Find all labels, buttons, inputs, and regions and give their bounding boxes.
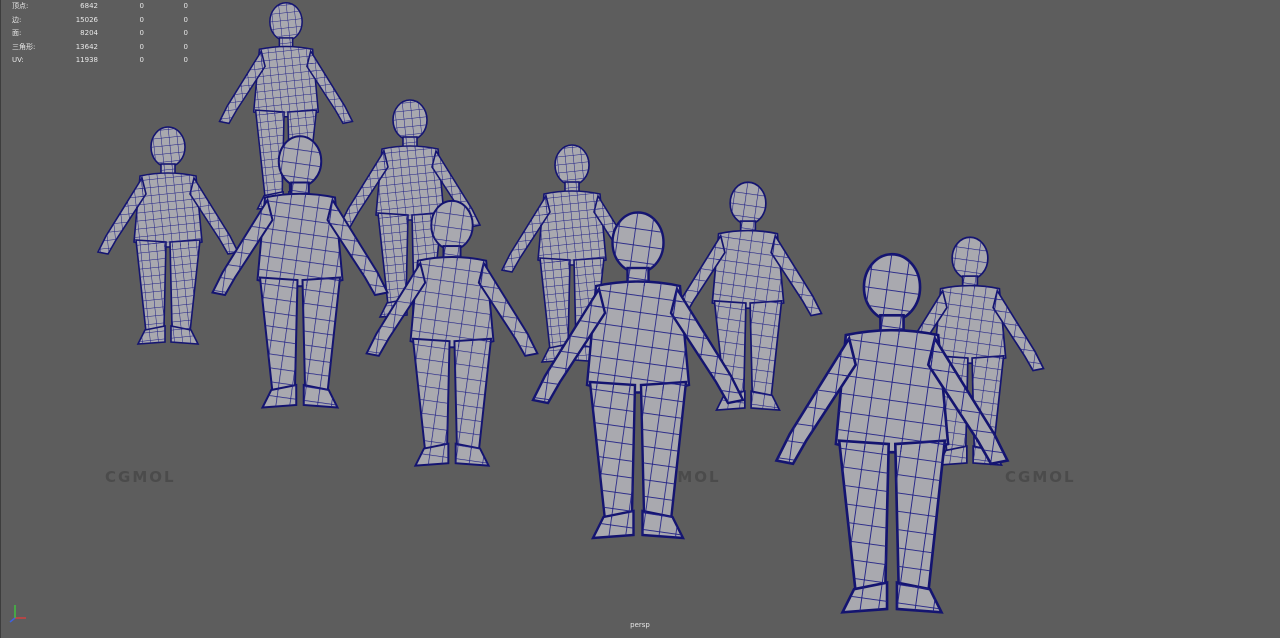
human-mesh[interactable] (97, 126, 239, 345)
persp-viewport[interactable]: 顶点: 6842 0 0 边: 15026 0 0 面: 8204 0 0 三角… (0, 0, 1280, 638)
human-mesh[interactable] (673, 181, 823, 411)
camera-name-label: persp (630, 621, 650, 629)
human-mesh[interactable] (211, 135, 389, 409)
scene-meshes[interactable] (0, 0, 1280, 638)
